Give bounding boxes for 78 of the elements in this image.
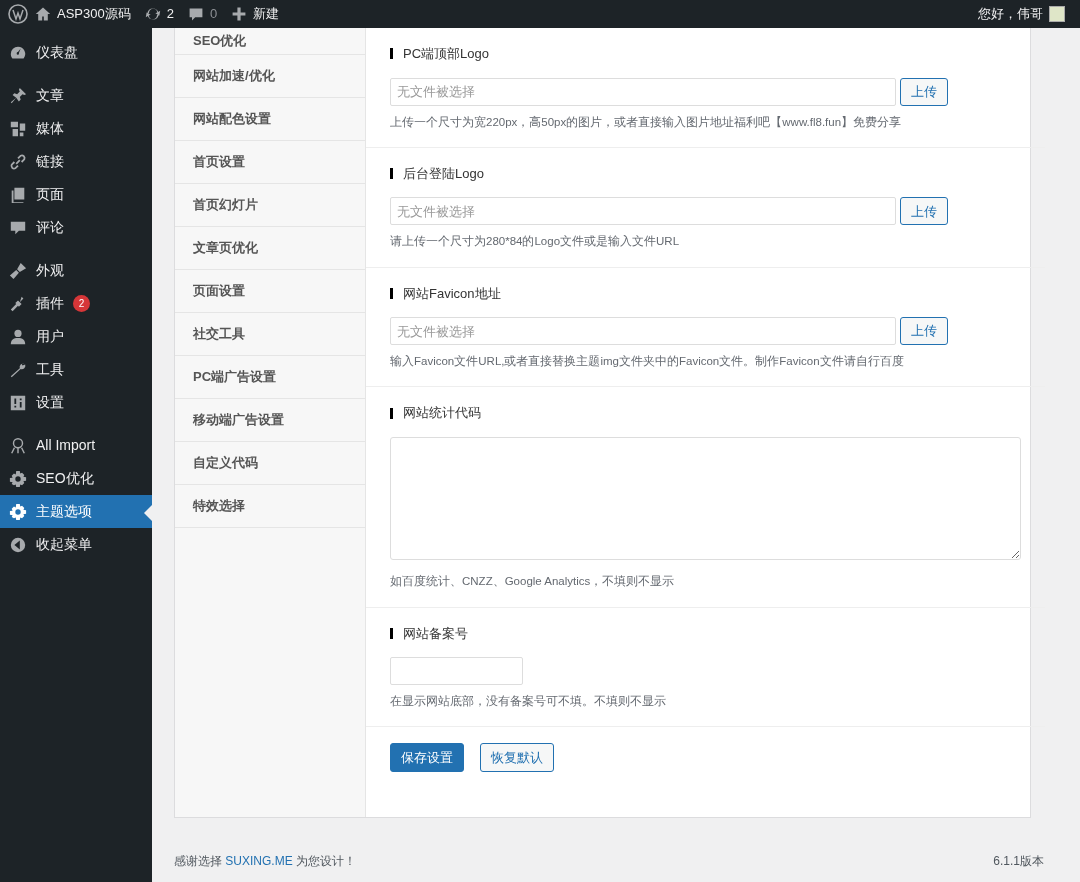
sidebar-item[interactable]: 媒体 — [0, 112, 152, 145]
options-nav-item[interactable]: 页面设置 — [175, 270, 365, 313]
options-nav-item[interactable]: 首页设置 — [175, 141, 365, 184]
new-link[interactable]: 新建 — [224, 0, 287, 28]
collapse-icon — [9, 535, 27, 554]
section-title: 后台登陆Logo — [403, 164, 484, 183]
home-icon — [35, 6, 51, 22]
greeting-link[interactable]: 您好，伟哥 — [971, 0, 1072, 28]
title-marker — [390, 48, 393, 60]
title-marker — [390, 627, 393, 639]
sliders-icon — [9, 393, 27, 412]
options-nav-item[interactable]: 自定义代码 — [175, 442, 365, 485]
plus-icon — [231, 6, 248, 22]
avatar-icon — [1049, 6, 1065, 22]
sidebar-item[interactable]: 工具 — [0, 353, 152, 386]
wordpress-logo-icon — [8, 4, 28, 24]
help-text: 请上传一个尺寸为280*84的Logo文件或是输入文件URL — [390, 234, 681, 250]
gear-icon — [9, 469, 27, 488]
octopus-icon — [9, 436, 27, 455]
sidebar-item[interactable]: 文章 — [0, 79, 152, 112]
upload-button[interactable]: 上传 — [900, 317, 948, 345]
refresh-icon — [144, 6, 161, 22]
file-url-field[interactable]: 无文件被选择 — [390, 317, 896, 345]
sidebar-item[interactable]: 页面 — [0, 178, 152, 211]
pin-icon — [9, 86, 27, 105]
pages-icon — [9, 185, 27, 204]
sidebar-item[interactable]: 设置 — [0, 386, 152, 419]
help-text: 输入Favicon文件URL,或者直接替换主题img文件夹中的Favicon文件。制作Favicon文件请自行百度 — [390, 354, 905, 369]
sidebar-item[interactable]: 主题选项 — [0, 495, 152, 528]
version-text: 6.1.1版本 — [993, 853, 1044, 870]
section-title: 网站统计代码 — [403, 404, 481, 423]
media-icon — [9, 119, 27, 138]
upload-button[interactable]: 上传 — [900, 77, 948, 106]
help-text: 上传一个尺寸为宽220px，高50px的图片，或者直接输入图片地址福利吧【www.fl8.fun】免费分享 — [390, 114, 903, 130]
options-nav-item[interactable]: 网站加速/优化 — [175, 55, 365, 98]
upload-button[interactable]: 上传 — [900, 197, 948, 226]
sidebar-item[interactable]: 链接 — [0, 145, 152, 178]
options-nav-item[interactable]: PC端广告设置 — [175, 356, 365, 399]
brush-icon — [9, 261, 27, 280]
updates-link[interactable]: 2 — [137, 0, 181, 28]
site-link[interactable]: ASP300源码 — [28, 0, 138, 28]
comment-icon — [187, 6, 204, 22]
help-text: 如百度统计、CNZZ、Google Analytics，不填则不显示 — [390, 574, 676, 590]
footer-credit: 感谢选择 SUXING.ME 为您设计！ — [174, 853, 357, 870]
save-button[interactable]: 保存设置 — [390, 743, 464, 773]
text-field[interactable] — [390, 657, 523, 685]
sidebar-item[interactable]: 用户 — [0, 320, 152, 353]
options-nav-item[interactable]: 移动端广告设置 — [175, 399, 365, 442]
options-nav-item[interactable]: 特效选择 — [175, 485, 365, 528]
file-url-field[interactable]: 无文件被选择 — [390, 77, 896, 106]
section-title: 网站Favicon地址 — [403, 284, 501, 303]
gear-icon — [9, 502, 27, 521]
title-marker — [390, 168, 393, 179]
count-badge: 2 — [73, 295, 90, 312]
sidebar-item[interactable]: 评论 — [0, 211, 152, 244]
sidebar-item[interactable]: 仪表盘 — [0, 36, 152, 69]
reset-button[interactable]: 恢复默认 — [480, 743, 554, 773]
sidebar-item[interactable]: 收起菜单 — [0, 528, 152, 561]
code-textarea[interactable] — [390, 436, 1021, 560]
credit-link[interactable]: SUXING.ME — [225, 854, 293, 868]
help-text: 在显示网站底部，没有备案号可不填。不填则不显示 — [390, 694, 667, 709]
link-icon — [9, 152, 27, 171]
user-icon — [9, 327, 27, 346]
options-nav-item[interactable]: 社交工具 — [175, 313, 365, 356]
section-title: 网站备案号 — [403, 624, 468, 643]
title-marker — [390, 287, 393, 299]
options-nav-item[interactable]: SEO优化 — [175, 28, 365, 55]
comments-link[interactable]: 0 — [180, 0, 225, 28]
options-nav-item[interactable]: 网站配色设置 — [175, 98, 365, 141]
sidebar-item[interactable]: 插件 2 — [0, 287, 152, 320]
options-nav-item[interactable]: 首页幻灯片 — [175, 184, 365, 227]
file-url-field[interactable]: 无文件被选择 — [390, 197, 896, 226]
sidebar-item[interactable]: SEO优化 — [0, 462, 152, 495]
title-marker — [390, 407, 393, 419]
sidebar-item[interactable]: All Import — [0, 429, 152, 462]
options-nav-item[interactable]: 文章页优化 — [175, 227, 365, 270]
section-title: PC端顶部Logo — [403, 45, 489, 63]
sidebar-item[interactable]: 外观 — [0, 254, 152, 287]
